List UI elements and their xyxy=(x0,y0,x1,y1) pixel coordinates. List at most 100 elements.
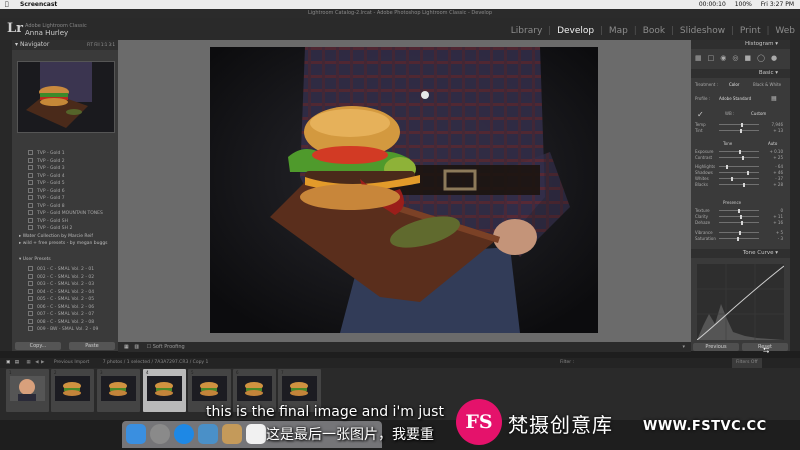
apple-icon[interactable]:  xyxy=(5,0,9,9)
brush-icon[interactable]: ● xyxy=(771,54,783,62)
profile-browser-icon[interactable]: ▦ xyxy=(771,95,777,102)
filmstrip-source[interactable]: Previous Import xyxy=(54,360,89,365)
back-arrow-icon[interactable]: ◀ xyxy=(35,360,38,365)
tone-curve-header[interactable]: Tone Curve ▾ xyxy=(691,249,790,258)
slider-track[interactable] xyxy=(719,124,759,125)
slider-thumb[interactable] xyxy=(740,128,742,133)
slider-value[interactable]: + 11 xyxy=(763,214,783,219)
slider-track[interactable] xyxy=(719,130,759,131)
slider-value[interactable]: 7,946 xyxy=(763,122,783,127)
spot-heal-icon[interactable]: ◉ xyxy=(720,54,732,62)
module-library[interactable]: Library xyxy=(511,26,542,36)
navigator-header[interactable]: ▾ Navigator FIT Fill 1:1 3:1 xyxy=(12,40,118,50)
slider-value[interactable]: - 37 xyxy=(763,176,783,181)
slider-track[interactable] xyxy=(719,184,759,185)
preset-item[interactable]: 009 - BW - SMAL Vol. 2 - 09 xyxy=(28,326,98,332)
preview-icon[interactable] xyxy=(198,424,218,444)
slider-thumb[interactable] xyxy=(738,230,741,235)
slider-track[interactable] xyxy=(719,216,759,217)
tool-strip[interactable]: ▦□◉◎■◯● xyxy=(695,54,785,66)
slider-value[interactable]: + 0.10 xyxy=(763,149,783,154)
filmstrip-thumb[interactable]: 2 xyxy=(51,369,94,412)
treatment-bw-option[interactable]: Black & White xyxy=(753,82,781,87)
profile-select[interactable]: Adobe Standard xyxy=(719,96,751,101)
filmstrip-thumb[interactable]: 3 xyxy=(97,369,140,412)
preset-item[interactable]: TVP - Gold 8 xyxy=(28,202,65,209)
preset-item[interactable]: 007 - C - SMAL Vol. 2 - 07 xyxy=(28,311,94,317)
tone-auto-button[interactable]: Auto xyxy=(768,141,777,146)
module-develop[interactable]: Develop xyxy=(557,26,594,36)
preset-item[interactable]: TVP - Gold 5 xyxy=(28,180,65,186)
toolbar-menu-icon[interactable]: ▾ xyxy=(682,342,685,352)
slider-value[interactable]: + 13 xyxy=(763,128,783,133)
radial-icon[interactable]: ◯ xyxy=(757,54,771,62)
right-panel-toggle[interactable] xyxy=(790,40,800,351)
preset-group[interactable]: ▸ wild + free presets - by megan buggs xyxy=(19,241,108,246)
preset-item[interactable]: TVP - Gold MOUNTAIN TONES xyxy=(28,210,103,216)
preset-item[interactable]: TVP - Gold SH 2 xyxy=(28,225,72,231)
preset-item[interactable]: 008 - C - SMAL Vol. 2 - 08 xyxy=(28,318,94,325)
preset-item[interactable]: 003 - C - SMAL Vol. 2 - 03 xyxy=(28,281,94,287)
preset-item[interactable]: 001 - C - SMAL Vol. 2 - 01 xyxy=(28,266,94,272)
slider-value[interactable]: + 16 xyxy=(763,220,783,225)
slider-value[interactable]: + 5 xyxy=(763,230,783,235)
wb-select[interactable]: Custom xyxy=(751,111,766,116)
module-book[interactable]: Book xyxy=(643,26,665,36)
preset-group-user[interactable]: ▾ User Presets xyxy=(19,257,51,262)
histogram-header[interactable]: Histogram ▾ xyxy=(691,40,790,49)
battery-percent[interactable]: 100% xyxy=(735,1,752,8)
view-mode-icon[interactable]: ▦ xyxy=(124,344,129,350)
navigator-preview[interactable] xyxy=(17,61,115,133)
safari-icon[interactable] xyxy=(174,424,194,444)
slider-value[interactable]: - 3 xyxy=(763,236,783,241)
module-map[interactable]: Map xyxy=(609,26,628,36)
slider-track[interactable] xyxy=(719,157,759,158)
preset-item[interactable]: 005 - C - SMAL Vol. 2 - 05 xyxy=(28,296,94,302)
slider-track[interactable] xyxy=(719,222,759,223)
slider-thumb[interactable] xyxy=(741,220,744,225)
preset-item[interactable]: TVP - Gold 4 xyxy=(28,172,65,179)
slider-thumb[interactable] xyxy=(726,164,728,169)
treatment-color-option[interactable]: Color xyxy=(729,82,739,87)
slider-thumb[interactable] xyxy=(738,208,740,213)
slider-thumb[interactable] xyxy=(746,170,749,175)
slider-thumb[interactable] xyxy=(738,149,741,154)
left-panel-toggle[interactable] xyxy=(0,40,12,351)
module-web[interactable]: Web xyxy=(775,26,795,36)
preset-item[interactable]: TVP - Gold 6 xyxy=(28,187,65,194)
module-slideshow[interactable]: Slideshow xyxy=(680,26,725,36)
module-print[interactable]: Print xyxy=(740,26,761,36)
preset-item[interactable]: TVP - Gold 7 xyxy=(28,195,65,201)
filter-select[interactable]: Filters Off xyxy=(732,358,762,368)
soft-proofing-checkbox[interactable]: ☐ xyxy=(147,344,151,350)
redeye-icon[interactable]: ◎ xyxy=(732,54,744,62)
previous-button[interactable]: Previous xyxy=(693,343,739,351)
slider-value[interactable]: + 28 xyxy=(763,182,783,187)
preset-item[interactable]: TVP - Gold SH xyxy=(28,217,68,224)
slider-value[interactable]: 0 xyxy=(763,208,783,213)
main-photo[interactable] xyxy=(210,47,598,333)
filter-icon[interactable]: ■ xyxy=(744,54,757,62)
preset-item[interactable]: 004 - C - SMAL Vol. 2 - 04 xyxy=(28,288,94,295)
slider-thumb[interactable] xyxy=(740,214,742,219)
display-one-icon[interactable]: ▣ xyxy=(6,360,10,365)
display-two-icon[interactable]: ▤ xyxy=(15,360,19,365)
slider-track[interactable] xyxy=(719,178,759,179)
forward-arrow-icon[interactable]: ▶ xyxy=(41,360,44,365)
menubar-clock[interactable]: Fri 3:27 PM xyxy=(761,1,794,8)
slider-track[interactable] xyxy=(719,172,759,173)
slider-value[interactable]: - 64 xyxy=(763,164,783,169)
preset-group[interactable]: ▸ Water Collection by Marcie Reif xyxy=(19,234,93,239)
slider-thumb[interactable] xyxy=(743,182,746,187)
launchpad-icon[interactable] xyxy=(150,424,170,444)
copy-button[interactable]: Copy... xyxy=(15,342,61,350)
tone-curve-graph[interactable] xyxy=(696,264,785,341)
crop-icon[interactable]: □ xyxy=(708,54,721,62)
slider-thumb[interactable] xyxy=(730,176,733,181)
preset-item[interactable]: 006 - C - SMAL Vol. 2 - 06 xyxy=(28,303,94,310)
filmstrip-thumb[interactable]: 1 xyxy=(6,369,49,412)
slider-thumb[interactable] xyxy=(737,236,740,241)
eyedropper-icon[interactable]: ✓ xyxy=(697,110,704,119)
slider-value[interactable]: + 25 xyxy=(763,155,783,160)
preset-item[interactable]: TVP - Gold 1 xyxy=(28,150,65,156)
